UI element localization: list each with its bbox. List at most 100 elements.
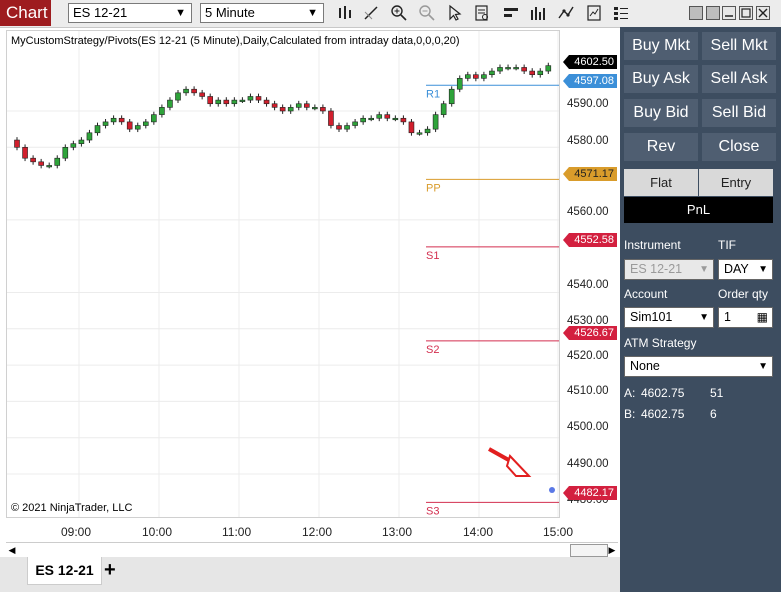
close-window-button[interactable] [756, 6, 770, 20]
calculator-icon[interactable]: ▦ [757, 308, 768, 327]
properties-icon[interactable] [502, 4, 520, 22]
horizontal-scrollbar[interactable]: ◀ ▶ [6, 542, 618, 557]
maximize-button[interactable] [739, 6, 753, 20]
account-select[interactable]: Sim101 ▼ [624, 307, 714, 328]
price-tick: 4590.00 [567, 98, 609, 110]
atm-strategy-select[interactable]: None ▼ [624, 356, 773, 377]
scroll-thumb[interactable] [570, 544, 608, 557]
scroll-left-icon[interactable]: ◀ [6, 543, 18, 557]
candle-body [191, 88, 197, 94]
sell-market-button[interactable]: Sell Mkt [702, 32, 776, 60]
s3-price-tag: 4482.17 [563, 486, 617, 500]
chevron-down-icon: ▼ [758, 361, 768, 372]
candle-body [303, 103, 310, 108]
buy-ask-button[interactable]: Buy Ask [624, 65, 698, 93]
candle-body [271, 103, 278, 108]
candle-body [159, 107, 165, 115]
candle-body [529, 70, 536, 75]
candle-body [440, 103, 447, 115]
price-plot[interactable]: R1 PP S1 S2 S3 [7, 31, 560, 518]
time-tick: 11:00 [222, 525, 252, 539]
candle-body [376, 114, 383, 119]
chevron-down-icon: ▼ [307, 7, 318, 19]
candle-body [94, 125, 101, 134]
close-position-button[interactable]: Close [702, 133, 776, 161]
sell-ask-button[interactable]: Sell Ask [702, 65, 776, 93]
zoom-out-icon[interactable] [418, 4, 436, 22]
candle-body [497, 67, 503, 72]
candle-body [239, 99, 246, 102]
time-tick: 12:00 [302, 525, 333, 539]
candle-body [110, 117, 117, 123]
drawing-tool-icon[interactable] [362, 4, 380, 22]
tab-es-12-21[interactable]: ES 12-21 [27, 557, 102, 585]
data-box-icon[interactable] [473, 4, 491, 22]
candle-body [320, 107, 326, 112]
reverse-button[interactable]: Rev [624, 133, 698, 161]
candle-body [336, 125, 342, 130]
close-icon [758, 8, 768, 18]
candle-body [78, 139, 85, 144]
tif-select-value: DAY [724, 262, 749, 276]
add-tab-button[interactable]: + [104, 557, 116, 583]
buy-bid-button[interactable]: Buy Bid [624, 99, 698, 127]
time-axis[interactable]: 09:00 10:00 11:00 12:00 13:00 14:00 15:0… [6, 520, 618, 542]
pin-button[interactable] [706, 6, 720, 20]
candle-body [54, 157, 61, 166]
candle-body [175, 92, 181, 101]
price-tick: 4510.00 [567, 385, 609, 397]
candle-body [263, 99, 270, 105]
bar-type-icon[interactable] [336, 4, 354, 22]
templates-icon[interactable] [585, 4, 603, 22]
zoom-in-icon[interactable] [390, 4, 408, 22]
s2-price-tag: 4526.67 [563, 326, 617, 340]
chart-trader-panel: Buy Mkt Sell Mkt Buy Ask Sell Ask Buy Bi… [620, 27, 781, 592]
order-qty-input[interactable]: 1 ▦ [718, 307, 773, 328]
sell-bid-button[interactable]: Sell Bid [702, 99, 776, 127]
link-button[interactable] [689, 6, 703, 20]
buy-market-button[interactable]: Buy Mkt [624, 32, 698, 60]
candle-body [328, 110, 334, 126]
price-tick: 4530.00 [567, 315, 609, 327]
s1-price-tag: 4552.58 [563, 233, 617, 247]
chart-trader-icon[interactable] [612, 4, 630, 22]
candle-body [199, 92, 205, 97]
candle-body [143, 121, 149, 126]
pnl-display: PnL [624, 197, 773, 223]
pointer-icon[interactable] [446, 4, 464, 22]
price-axis[interactable]: 4590.00 4580.00 4560.00 4540.00 4530.00 … [561, 30, 618, 520]
minimize-icon [725, 15, 733, 17]
indicators-icon[interactable] [529, 4, 547, 22]
instrument-select[interactable]: ES 12-21 ▼ [624, 259, 714, 280]
chart-window-tab[interactable]: Chart [0, 0, 51, 26]
candle-body [70, 143, 77, 148]
instrument-label: Instrument [624, 238, 681, 252]
annotation-arrowhead [505, 454, 532, 477]
tif-select[interactable]: DAY ▼ [718, 259, 773, 280]
chart-toolbar: Chart ES 12-21 ▼ 5 Minute ▼ [0, 0, 781, 28]
price-tick: 4560.00 [567, 206, 609, 218]
chart-panel[interactable]: R1 PP S1 S2 S3 [6, 30, 560, 518]
candle-body [473, 74, 479, 79]
chart-title: MyCustomStrategy/Pivots(ES 12-21 (5 Minu… [11, 35, 460, 47]
scroll-right-icon[interactable]: ▶ [606, 543, 618, 557]
bid-price: 4602.75 [641, 407, 685, 421]
instrument-selector[interactable]: ES 12-21 ▼ [68, 3, 192, 23]
account-select-value: Sim101 [630, 310, 673, 324]
minimize-button[interactable] [722, 6, 736, 20]
candle-body [408, 121, 415, 134]
strategies-icon[interactable] [557, 4, 575, 22]
tif-label: TIF [718, 238, 736, 252]
chevron-down-icon: ▼ [175, 7, 186, 19]
candle-body [513, 67, 519, 70]
candle-body [102, 121, 109, 126]
candle-body [368, 117, 375, 121]
position-entry: Entry [699, 169, 773, 196]
interval-selector[interactable]: 5 Minute ▼ [200, 3, 324, 23]
copyright-text: © 2021 NinjaTrader, LLC [11, 502, 133, 514]
account-label: Account [624, 287, 668, 301]
time-tick: 10:00 [142, 525, 173, 539]
candle-body [183, 88, 189, 94]
pivot-label: S1 [426, 250, 439, 262]
candle-body [255, 96, 262, 101]
